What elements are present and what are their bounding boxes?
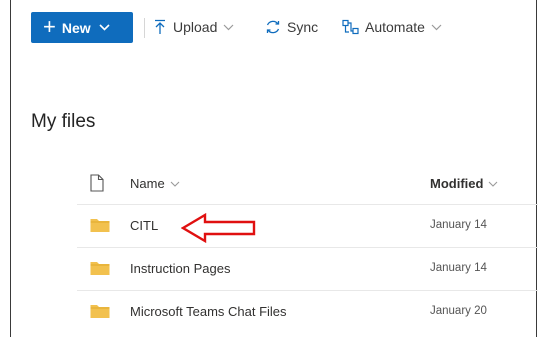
file-name[interactable]: CITL (130, 218, 158, 233)
upload-label: Upload (173, 19, 218, 35)
sync-label: Sync (287, 19, 319, 35)
file-modified: January 14 (430, 262, 487, 274)
column-header-modified[interactable]: Modified (430, 176, 498, 191)
chevron-down-icon (99, 24, 110, 31)
command-bar: + New Upload Sync Automate (11, 0, 536, 52)
sync-button[interactable]: Sync (264, 16, 318, 38)
folder-icon (90, 260, 110, 281)
file-icon (90, 174, 104, 197)
new-button[interactable]: + New (31, 12, 133, 43)
column-header-modified-label: Modified (430, 176, 484, 191)
table-row[interactable]: Instruction Pages January 14 (77, 249, 538, 291)
chevron-down-icon (223, 24, 234, 31)
table-row[interactable]: Microsoft Teams Chat Files January 20 (77, 292, 538, 334)
automate-button[interactable]: Automate (342, 16, 442, 38)
table-row[interactable]: CITL January 14 (77, 206, 538, 248)
column-header-row: Name Modified (77, 163, 538, 205)
automate-label: Automate (365, 19, 425, 35)
automate-icon (342, 19, 360, 35)
folder-icon (90, 217, 110, 238)
chevron-down-icon (170, 181, 180, 187)
upload-button[interactable]: Upload (154, 16, 234, 38)
folder-icon (90, 303, 110, 324)
file-modified: January 14 (430, 219, 487, 231)
column-header-name-label: Name (130, 176, 165, 191)
page-title: My files (31, 111, 96, 132)
onedrive-window: + New Upload Sync Automate My files Name… (10, 0, 538, 337)
column-header-name[interactable]: Name (130, 176, 180, 191)
new-button-label: New (61, 19, 91, 36)
plus-icon: + (43, 13, 56, 39)
file-name[interactable]: Microsoft Teams Chat Files (130, 304, 287, 319)
sync-icon (264, 19, 282, 35)
upload-icon (154, 19, 166, 35)
chevron-down-icon (431, 24, 442, 31)
file-name[interactable]: Instruction Pages (130, 261, 230, 276)
chevron-down-icon (488, 181, 498, 187)
toolbar-divider (144, 18, 145, 38)
red-arrow-annotation (181, 213, 256, 243)
file-modified: January 20 (430, 305, 487, 317)
